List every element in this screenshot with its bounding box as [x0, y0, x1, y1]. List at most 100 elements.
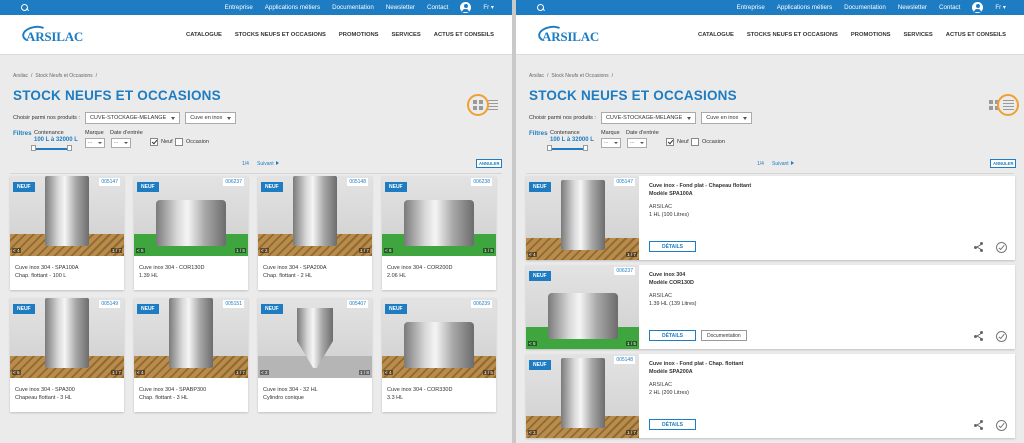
product-card[interactable]: 006238 NEUF < 6 1 / 5 Cuve inox 304 - COR200…: [382, 176, 496, 290]
breadcrumb-home[interactable]: Arsilac: [529, 73, 544, 79]
product-card[interactable]: 005151 NEUF < 4 1 / 7 Cuve inox 304 - SPABP3…: [134, 298, 248, 412]
date-select[interactable]: ...: [111, 138, 131, 148]
subcategory-select[interactable]: Cuve en inox: [185, 112, 237, 124]
product-photo[interactable]: 005148 NEUF < 2 1 / 7: [258, 176, 372, 256]
product-name[interactable]: Cuve inox 304 - SPA200A: [263, 264, 372, 272]
slider-min-handle[interactable]: [547, 145, 552, 151]
product-name[interactable]: Cuve inox 304 - 32 HL: [263, 386, 372, 394]
user-icon[interactable]: [460, 2, 472, 13]
details-button[interactable]: DÉTAILS: [649, 330, 697, 341]
occasion-checkbox[interactable]: Occasion: [175, 138, 209, 146]
checkbox-checked[interactable]: [666, 138, 674, 146]
check-circle-icon[interactable]: [996, 420, 1007, 431]
nav-actus[interactable]: ACTUS ET CONSEILS: [946, 32, 1006, 38]
slider-max-handle[interactable]: [67, 145, 72, 151]
occasion-checkbox[interactable]: Occasion: [691, 138, 725, 146]
product-photo[interactable]: 005148 NEUF < 2 1 / 7: [526, 354, 639, 438]
documentation-button[interactable]: Documentation: [701, 330, 747, 341]
photo-prev-count[interactable]: < 5: [136, 248, 145, 253]
product-photo[interactable]: 006237 NEUF < 5 1 / 5: [526, 265, 639, 349]
product-name[interactable]: Cuve inox - Fond plat - Chap. flottant: [649, 361, 743, 369]
share-icon[interactable]: [974, 242, 984, 252]
link-newsletter[interactable]: Newsletter: [386, 4, 415, 11]
cancel-button[interactable]: ANNULER: [476, 159, 503, 168]
product-card[interactable]: 005148 NEUF < 2 1 / 7 Cuve inox 304 - SPA200…: [258, 176, 372, 290]
product-name[interactable]: Cuve inox 304 - COR330D: [387, 386, 496, 394]
share-icon[interactable]: [974, 331, 984, 341]
breadcrumb-current[interactable]: Stock Neufs et Occasions: [35, 73, 92, 79]
breadcrumb-current[interactable]: Stock Neufs et Occasions: [551, 73, 608, 79]
product-photo[interactable]: 005147 NEUF < 4 1 / 7: [526, 176, 639, 260]
checkbox-checked[interactable]: [150, 138, 158, 146]
logo[interactable]: ARSILAC: [536, 23, 599, 46]
search-icon[interactable]: [536, 3, 546, 13]
nav-promotions[interactable]: PROMOTIONS: [339, 32, 379, 38]
product-name[interactable]: Cuve inox 304 - SPABP300: [139, 386, 248, 394]
photo-prev-count[interactable]: < 2: [528, 430, 537, 435]
nav-promotions[interactable]: PROMOTIONS: [851, 32, 891, 38]
cancel-button[interactable]: ANNULER: [990, 159, 1017, 168]
nav-stocks[interactable]: STOCKS NEUFS ET OCCASIONS: [235, 32, 326, 38]
slider-max-handle[interactable]: [583, 145, 588, 151]
capacity-slider[interactable]: [549, 148, 587, 150]
nav-catalogue[interactable]: CATALOGUE: [186, 32, 222, 38]
camera-icon[interactable]: 1 / 7: [626, 430, 637, 435]
checkbox-unchecked[interactable]: [691, 138, 699, 146]
neuf-checkbox[interactable]: Neuf: [666, 138, 689, 146]
search-icon[interactable]: [20, 3, 30, 13]
link-contact[interactable]: Contact: [427, 4, 448, 11]
brand-select[interactable]: ...: [85, 138, 105, 148]
photo-prev-count[interactable]: < 4: [136, 370, 145, 375]
product-card[interactable]: 006237 NEUF < 5 1 / 5 Cuve inox 304 - COR130…: [134, 176, 248, 290]
category-select[interactable]: CUVE-STOCKAGE-MELANGE: [600, 112, 697, 124]
product-photo[interactable]: 006238 NEUF < 6 1 / 5: [382, 176, 496, 256]
breadcrumb-home[interactable]: Arsilac: [13, 73, 28, 79]
link-applications[interactable]: Applications métiers: [777, 4, 832, 11]
product-row[interactable]: 005147 NEUF < 4 1 / 7 Cuve inox - Fond plat …: [526, 176, 1015, 260]
photo-prev-count[interactable]: < 2: [260, 248, 269, 253]
camera-icon[interactable]: 1 / 5: [626, 341, 637, 346]
photo-prev-count[interactable]: < 5: [528, 341, 537, 346]
photo-prev-count[interactable]: < 4: [12, 248, 21, 253]
check-circle-icon[interactable]: [996, 331, 1007, 342]
product-card[interactable]: 006239 NEUF < 4 1 / 5 Cuve inox 304 - COR330…: [382, 298, 496, 412]
share-icon[interactable]: [974, 420, 984, 430]
camera-icon[interactable]: 1 / 5: [483, 370, 494, 375]
subcategory-select[interactable]: Cuve en inox: [701, 112, 753, 124]
product-name[interactable]: Cuve inox 304 - SPA100A: [15, 264, 124, 272]
product-name[interactable]: Cuve inox 304: [649, 272, 696, 280]
next-page-link[interactable]: Suivant: [257, 161, 279, 167]
nav-actus[interactable]: ACTUS ET CONSEILS: [434, 32, 494, 38]
product-photo[interactable]: 005407 NEUF < 2 1 / 8: [258, 298, 372, 378]
photo-prev-count[interactable]: < 6: [384, 248, 393, 253]
camera-icon[interactable]: 1 / 7: [235, 370, 246, 375]
photo-prev-count[interactable]: < 4: [528, 252, 537, 257]
link-documentation[interactable]: Documentation: [332, 4, 374, 11]
product-card[interactable]: 005407 NEUF < 2 1 / 8 Cuve inox 304 - 32 HL C…: [258, 298, 372, 412]
product-card[interactable]: 005147 NEUF < 4 1 / 7 Cuve inox 304 - SPA100…: [10, 176, 124, 290]
link-documentation[interactable]: Documentation: [844, 4, 886, 11]
user-icon[interactable]: [972, 2, 984, 13]
slider-min-handle[interactable]: [31, 145, 36, 151]
camera-icon[interactable]: 1 / 8: [359, 370, 370, 375]
nav-stocks[interactable]: STOCKS NEUFS ET OCCASIONS: [747, 32, 838, 38]
product-photo[interactable]: 005151 NEUF < 4 1 / 7: [134, 298, 248, 378]
product-row[interactable]: 005148 NEUF < 2 1 / 7 Cuve inox - Fond plat …: [526, 354, 1015, 438]
neuf-checkbox[interactable]: Neuf: [150, 138, 173, 146]
next-page-link[interactable]: Suivant: [772, 161, 794, 167]
nav-catalogue[interactable]: CATALOGUE: [698, 32, 734, 38]
photo-prev-count[interactable]: < 6: [12, 370, 21, 375]
check-circle-icon[interactable]: [996, 242, 1007, 253]
details-button[interactable]: DÉTAILS: [649, 241, 697, 252]
link-applications[interactable]: Applications métiers: [265, 4, 320, 11]
camera-icon[interactable]: 1 / 7: [111, 248, 122, 253]
product-card[interactable]: 005149 NEUF < 6 1 / 7 Cuve inox 304 - SPA300…: [10, 298, 124, 412]
product-photo[interactable]: 005147 NEUF < 4 1 / 7: [10, 176, 124, 256]
camera-icon[interactable]: 1 / 7: [359, 248, 370, 253]
product-row[interactable]: 006237 NEUF < 5 1 / 5 Cuve inox 304 Modèle CO…: [526, 265, 1015, 349]
product-name[interactable]: Cuve inox 304 - SPA300: [15, 386, 124, 394]
date-select[interactable]: ...: [627, 138, 647, 148]
language-select[interactable]: Fr ▾: [483, 4, 494, 11]
photo-prev-count[interactable]: < 4: [384, 370, 393, 375]
product-photo[interactable]: 006239 NEUF < 4 1 / 5: [382, 298, 496, 378]
